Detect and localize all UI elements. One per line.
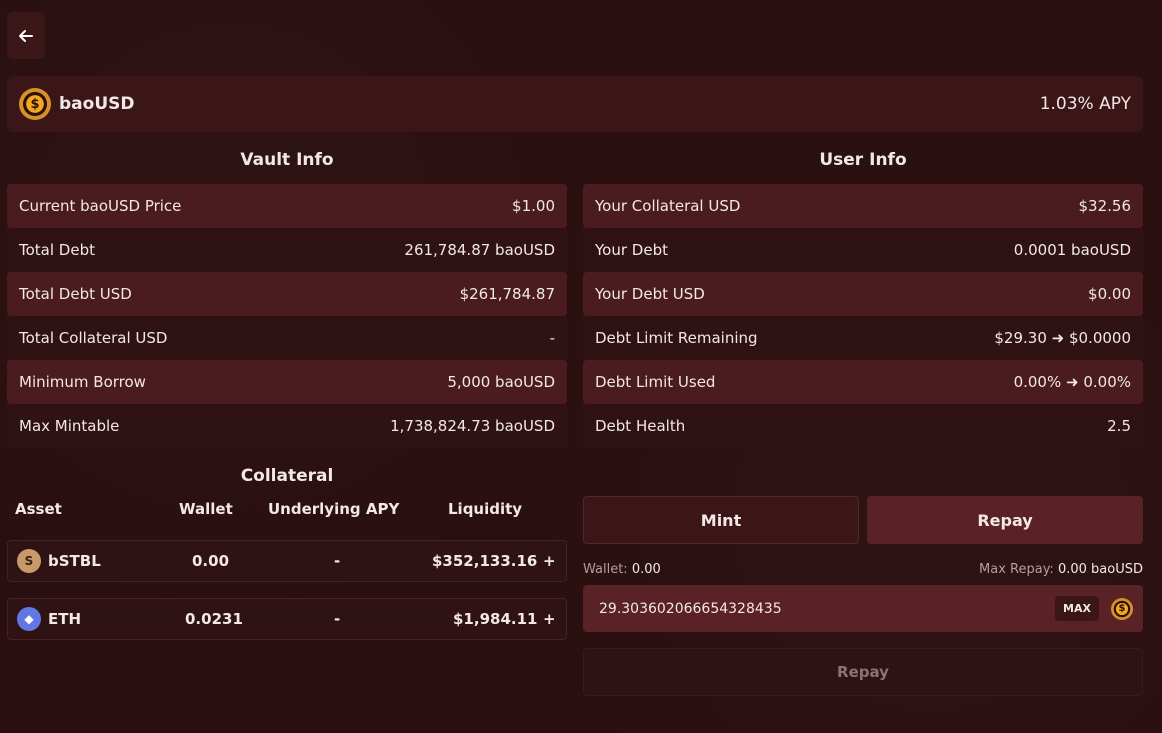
wallet-value: 0.00 — [631, 562, 661, 577]
asset-apy: - — [334, 610, 341, 628]
user-info-row: Your Collateral USD $32.56 — [583, 184, 1143, 228]
vault-title: baoUSD — [59, 94, 135, 114]
asset-name: bSTBL — [48, 552, 101, 570]
tab-mint[interactable]: Mint — [583, 496, 859, 544]
row-label: Debt Limit Remaining — [595, 329, 758, 347]
asset-liquidity: $352,133.16 — [432, 552, 538, 570]
row-label: Your Debt USD — [595, 285, 705, 303]
vault-info-row: Current baoUSD Price $1.00 — [7, 184, 567, 228]
row-value: 1,738,824.73 baoUSD — [390, 417, 555, 435]
asset-wallet: 0.0231 — [185, 610, 243, 628]
user-info-row: Your Debt USD $0.00 — [583, 272, 1143, 316]
tab-repay[interactable]: Repay — [867, 496, 1143, 544]
row-label: Total Debt USD — [19, 285, 132, 303]
baousd-coin-icon: $ — [19, 88, 51, 120]
baousd-coin-icon: $ — [1111, 597, 1133, 620]
vault-info-row: Total Debt USD $261,784.87 — [7, 272, 567, 316]
row-label: Total Debt — [19, 241, 95, 259]
row-value: 2.5 — [1107, 417, 1131, 435]
asset-name: ETH — [48, 610, 82, 628]
row-value: $1.00 — [512, 197, 555, 215]
row-value: - — [549, 329, 555, 347]
max-repay-value: 0.00 baoUSD — [1057, 562, 1143, 577]
max-repay: Max Repay: 0.00 baoUSD — [979, 562, 1143, 577]
row-value: $0.00 — [1088, 285, 1131, 303]
row-value: $29.30 ➜ $0.0000 — [994, 329, 1131, 347]
collateral-title: Collateral — [240, 466, 334, 486]
row-label: Your Collateral USD — [595, 197, 741, 215]
vault-info-row: Max Mintable 1,738,824.73 baoUSD — [7, 404, 567, 448]
row-label: Debt Health — [595, 417, 686, 435]
row-value: $261,784.87 — [459, 285, 555, 303]
row-value: $32.56 — [1078, 197, 1132, 215]
row-label: Max Mintable — [19, 417, 120, 435]
expand-plus-icon[interactable]: + — [543, 610, 556, 628]
row-value: 0.0001 baoUSD — [1013, 241, 1131, 259]
row-value: 0.00% ➜ 0.00% — [1013, 373, 1131, 391]
collateral-row-eth[interactable]: ◆ ETH 0.0231 - $1,984.11 + — [7, 598, 567, 640]
header-liquidity: Liquidity — [448, 500, 523, 518]
max-repay-label: Max Repay: — [979, 562, 1054, 577]
user-info-row: Debt Limit Used 0.00% ➜ 0.00% — [583, 360, 1143, 404]
wallet-balance: Wallet: 0.00 — [583, 562, 661, 577]
expand-plus-icon[interactable]: + — [543, 552, 556, 570]
back-button[interactable] — [7, 12, 45, 59]
vault-info-row: Total Collateral USD - — [7, 316, 567, 360]
user-info-row: Debt Limit Remaining $29.30 ➜ $0.0000 — [583, 316, 1143, 360]
user-info-row: Your Debt 0.0001 baoUSD — [583, 228, 1143, 272]
asset-apy: - — [334, 552, 341, 570]
row-value: 261,784.87 baoUSD — [404, 241, 555, 259]
user-info-table: Your Collateral USD $32.56 Your Debt 0.000… — [583, 184, 1143, 448]
header-asset: Asset — [15, 500, 62, 518]
row-label: Debt Limit Used — [595, 373, 716, 391]
vault-info-title: Vault Info — [240, 150, 334, 170]
vault-header: $ baoUSD 1.03% APY — [7, 76, 1143, 132]
asset-wallet: 0.00 — [192, 552, 230, 570]
vault-apy: 1.03% APY — [1039, 94, 1131, 114]
collateral-row-bstbl[interactable]: S bSTBL 0.00 - $352,133.16 + — [7, 540, 567, 582]
header-wallet: Wallet — [179, 500, 233, 518]
row-label: Your Debt — [595, 241, 668, 259]
amount-input-box: MAX $ — [583, 585, 1143, 632]
amount-input[interactable] — [599, 600, 1056, 617]
vault-info-row: Minimum Borrow 5,000 baoUSD — [7, 360, 567, 404]
row-label: Current baoUSD Price — [19, 197, 182, 215]
bstbl-icon: S — [17, 549, 41, 573]
collateral-table-header: Asset Wallet Underlying APY Liquidity — [7, 500, 567, 520]
row-label: Total Collateral USD — [19, 329, 168, 347]
header-apy: Underlying APY — [268, 500, 400, 518]
eth-icon: ◆ — [17, 607, 41, 631]
row-label: Minimum Borrow — [19, 373, 146, 391]
user-info-title: User Info — [819, 150, 907, 170]
wallet-label: Wallet: — [583, 562, 628, 577]
user-info-row: Debt Health 2.5 — [583, 404, 1143, 448]
max-button[interactable]: MAX — [1055, 596, 1099, 621]
vault-info-table: Current baoUSD Price $1.00 Total Debt 261,… — [7, 184, 567, 448]
asset-liquidity: $1,984.11 — [453, 610, 538, 628]
row-value: 5,000 baoUSD — [447, 373, 555, 391]
repay-submit-button[interactable]: Repay — [583, 648, 1143, 696]
balance-line: Wallet: 0.00 Max Repay: 0.00 baoUSD — [583, 562, 1143, 578]
arrow-left-icon — [19, 29, 33, 42]
vault-info-row: Total Debt 261,784.87 baoUSD — [7, 228, 567, 272]
